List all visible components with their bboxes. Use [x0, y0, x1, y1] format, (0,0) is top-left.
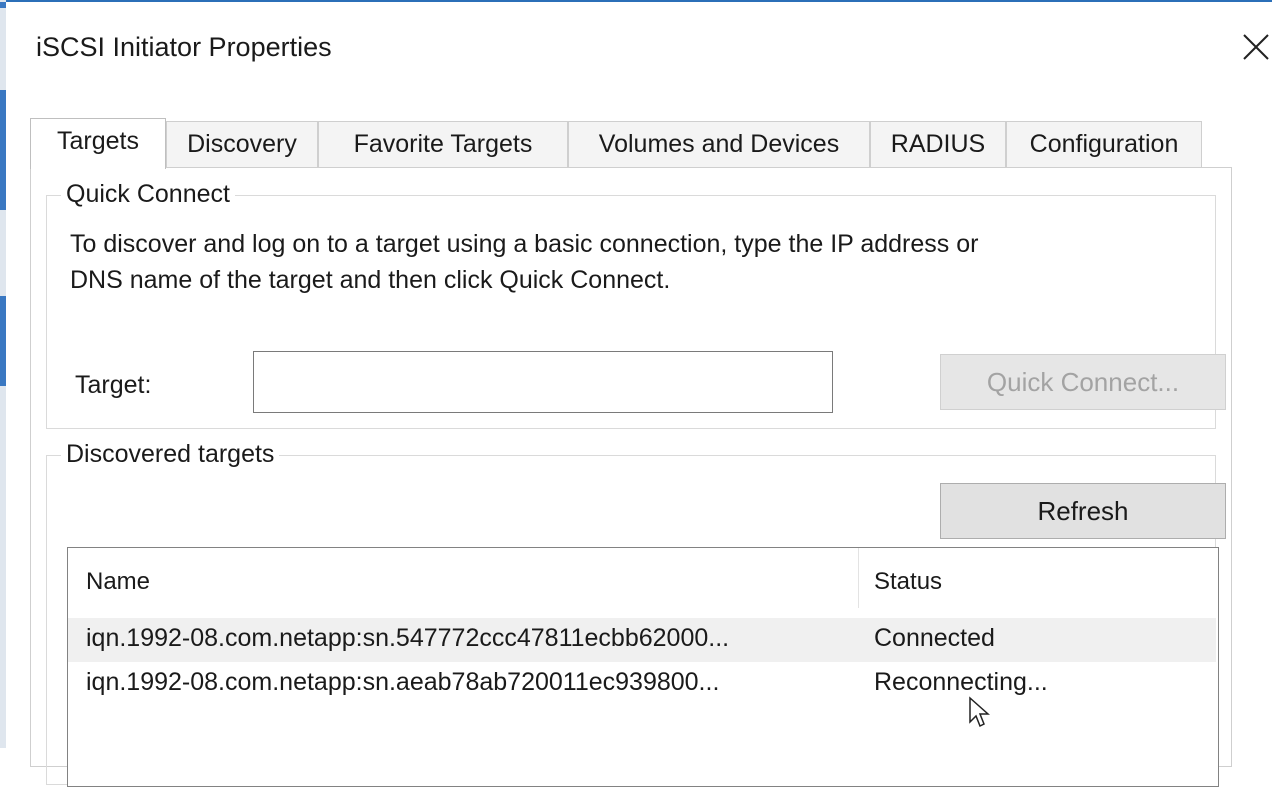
target-name-cell: iqn.1992-08.com.netapp:sn.547772ccc47811…: [86, 624, 730, 652]
quick-connect-description-line1: To discover and log on to a target using…: [70, 230, 979, 258]
column-header-name[interactable]: Name: [86, 568, 150, 596]
mouse-pointer-icon: [968, 696, 992, 735]
quick-connect-legend: Quick Connect: [61, 180, 235, 209]
tab-volumes-and-devices[interactable]: Volumes and Devices: [568, 121, 870, 168]
target-label: Target:: [75, 371, 152, 399]
table-row[interactable]: iqn.1992-08.com.netapp:sn.aeab78ab720011…: [68, 662, 1216, 706]
left-edge-marker: [0, 296, 6, 386]
target-status-cell: Connected: [874, 624, 995, 652]
discovered-targets-list[interactable]: Name Status iqn.1992-08.com.netapp:sn.54…: [67, 547, 1219, 787]
tab-discovery[interactable]: Discovery: [166, 121, 318, 168]
tab-bar: Targets Discovery Favorite Targets Volum…: [30, 118, 1230, 169]
tab-favorite-targets[interactable]: Favorite Targets: [318, 121, 568, 168]
discovered-targets-legend: Discovered targets: [61, 440, 280, 469]
list-header: Name Status: [68, 548, 1216, 608]
target-status-cell: Reconnecting...: [874, 668, 1048, 696]
refresh-button[interactable]: Refresh: [940, 483, 1226, 539]
left-edge-marker: [0, 90, 6, 210]
window-top-border: [0, 0, 1272, 2]
table-row[interactable]: iqn.1992-08.com.netapp:sn.547772ccc47811…: [68, 618, 1216, 662]
close-button[interactable]: [1238, 27, 1272, 61]
quick-connect-description-line2: DNS name of the target and then click Qu…: [70, 266, 671, 294]
column-header-status[interactable]: Status: [874, 568, 942, 596]
tab-targets[interactable]: Targets: [30, 118, 166, 169]
target-name-cell: iqn.1992-08.com.netapp:sn.aeab78ab720011…: [86, 668, 720, 696]
targets-tab-panel: Quick Connect To discover and log on to …: [30, 167, 1232, 787]
quick-connect-button[interactable]: Quick Connect...: [940, 354, 1226, 410]
target-input[interactable]: [253, 351, 833, 413]
tab-radius[interactable]: RADIUS: [870, 121, 1006, 168]
tab-configuration[interactable]: Configuration: [1006, 121, 1202, 168]
close-icon: [1243, 34, 1269, 60]
left-edge-marker: [0, 2, 6, 8]
window-title: iSCSI Initiator Properties: [36, 32, 332, 62]
column-divider: [858, 548, 859, 608]
